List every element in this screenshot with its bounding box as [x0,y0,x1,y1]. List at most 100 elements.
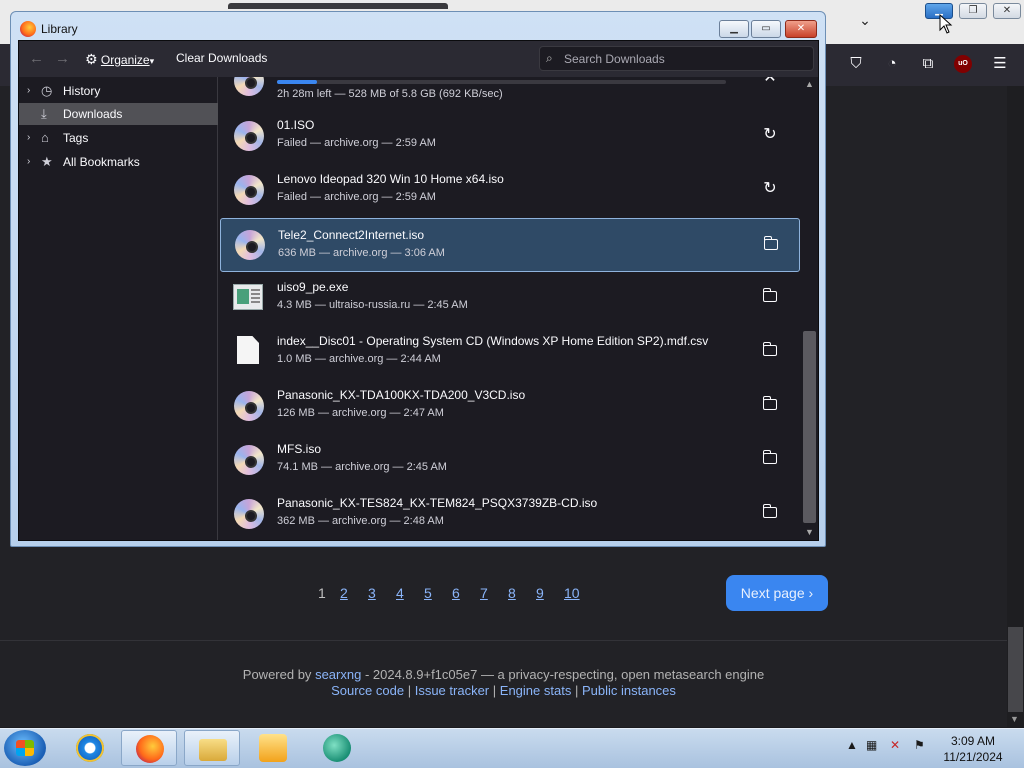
download-item[interactable]: uiso9_pe.exe 4.3 MB — ultraiso-russia.ru… [219,270,801,324]
disc-icon [235,230,265,260]
folder-icon[interactable] [759,502,781,524]
search-icon: ⌕ [546,51,553,65]
download-item[interactable]: MFS.iso 74.1 MB — archive.org — 2:45 AM [219,432,801,486]
disc-icon [234,121,264,151]
show-hidden-icons-icon[interactable]: ▲ [846,738,858,752]
chevron-right-icon[interactable]: › [27,151,30,173]
start-button[interactable] [4,730,46,766]
network-icon[interactable]: ▦ [866,738,877,752]
folder-icon[interactable] [759,286,781,308]
minimize-button[interactable]: ▁ [719,20,749,38]
close-button[interactable]: ✕ [785,20,817,38]
download-item-selected[interactable]: Tele2_Connect2Internet.iso 636 MB — arch… [220,218,800,272]
star-icon: ★ [41,154,53,169]
page-link-7[interactable]: 7 [480,585,488,601]
organize-label: Organize [100,53,150,67]
download-status: 362 MB — archive.org — 2:48 AM [277,515,444,527]
tab-list-chevron-icon[interactable]: ⌄ [855,12,875,32]
download-status: Failed — archive.org — 2:59 AM [277,137,436,149]
page-link-2[interactable]: 2 [340,585,348,601]
folder-icon[interactable] [760,234,782,256]
page-link-3[interactable]: 3 [368,585,376,601]
browser-close-button[interactable]: ✕ [993,3,1021,19]
download-status: 2h 28m left — 528 MB of 5.8 GB (692 KB/s… [277,88,503,100]
scroll-down-arrow-icon[interactable]: ▼ [1010,714,1019,724]
next-page-button[interactable]: Next page › [726,575,828,611]
download-item[interactable]: Panasonic_KX-TDA100KX-TDA200_V3CD.iso 12… [219,378,801,432]
scroll-down-arrow-icon[interactable]: ▼ [805,527,814,537]
sidebar-item-tags[interactable]: › ⌂ Tags [19,127,218,149]
downloads-scrollbar[interactable]: ▲ ▼ [801,77,818,540]
chevron-right-icon[interactable]: › [27,127,30,149]
powered-by-text: Powered by [242,667,312,682]
footer: Powered by searxng - 2024.8.9+f1c05e7 — … [0,667,1007,699]
cancel-icon[interactable]: ✕ [759,77,781,89]
sidebar-item-history[interactable]: › ◷ History [19,80,218,102]
download-name: Lenovo Ideopad 320 Win 10 Home x64.iso [277,172,504,186]
page-link-5[interactable]: 5 [424,585,432,601]
clock-time: 3:09 AM [950,734,996,748]
file-explorer-icon[interactable] [184,730,240,766]
page-link-8[interactable]: 8 [508,585,516,601]
download-item[interactable]: Panasonic_KX-TES824_KX-TEM824_PSQX3739ZB… [219,486,801,540]
clock[interactable]: 3:09 AM 11/21/2024 [935,733,1011,765]
executable-icon [233,284,263,310]
download-item-in-progress[interactable]: 2h 28m left — 528 MB of 5.8 GB (692 KB/s… [219,77,801,107]
clear-downloads-button[interactable]: Clear Downloads [176,51,267,65]
pocket-icon[interactable]: ⛉ [845,53,867,75]
sidebar-item-label: History [63,84,101,98]
app-icon[interactable] [309,730,365,766]
chevron-right-icon[interactable]: › [27,80,30,102]
download-status: 74.1 MB — archive.org — 2:45 AM [277,461,447,473]
caret-down-icon: ▾ [149,56,155,66]
sidebar-item-downloads[interactable]: ⤓ Downloads [19,103,218,125]
source-code-link[interactable]: Source code [331,683,404,698]
back-arrow-icon[interactable]: ← [29,50,44,67]
page-link-10[interactable]: 10 [564,585,580,601]
media-player-icon[interactable] [245,730,301,766]
issue-tracker-link[interactable]: Issue tracker [415,683,489,698]
volume-muted-icon[interactable]: ✕ [890,738,900,752]
disc-icon [234,175,264,205]
page-scrollbar-thumb[interactable] [1008,627,1023,712]
download-status: 636 MB — archive.org — 3:06 AM [278,247,445,259]
internet-explorer-icon[interactable] [62,730,118,766]
download-name: 01.ISO [277,118,315,132]
page-link-4[interactable]: 4 [396,585,404,601]
firefox-icon[interactable] [121,730,177,766]
sidebar-item-all-bookmarks[interactable]: › ★ All Bookmarks [19,151,218,173]
folder-icon[interactable] [759,394,781,416]
sync-icon[interactable]: ◔ [881,53,903,75]
maximize-button[interactable]: ▭ [751,20,781,38]
forward-arrow-icon[interactable]: → [55,50,70,67]
menu-icon[interactable]: ☰ [989,53,1011,75]
download-progress-bar [277,80,726,84]
download-item[interactable]: 01.ISO Failed — archive.org — 2:59 AM ↻ [219,108,801,162]
sidebar-item-label: All Bookmarks [63,155,140,169]
page-link-6[interactable]: 6 [452,585,460,601]
extensions-icon[interactable]: ⧉ [917,53,939,75]
browser-restore-button[interactable]: ❐ [959,3,987,19]
page-link-9[interactable]: 9 [536,585,544,601]
scrollbar-thumb[interactable] [803,331,816,523]
scroll-up-arrow-icon[interactable]: ▲ [805,79,814,89]
folder-icon[interactable] [759,340,781,362]
download-name: uiso9_pe.exe [277,280,349,294]
search-input[interactable] [564,50,809,68]
retry-icon[interactable]: ↻ [759,124,781,146]
organize-menu-button[interactable]: ⚙ Organize▾ [85,51,154,68]
download-status: Failed — archive.org — 2:59 AM [277,191,436,203]
download-item[interactable]: Lenovo Ideopad 320 Win 10 Home x64.iso F… [219,162,801,216]
action-center-flag-icon[interactable]: ⚑ [914,738,925,752]
download-status: 1.0 MB — archive.org — 2:44 AM [277,353,441,365]
public-instances-link[interactable]: Public instances [582,683,676,698]
retry-icon[interactable]: ↻ [759,178,781,200]
folder-icon[interactable] [759,448,781,470]
browser-tab[interactable] [228,3,448,9]
engine-stats-link[interactable]: Engine stats [500,683,572,698]
download-item[interactable]: index__Disc01 - Operating System CD (Win… [219,324,801,378]
download-icon: ⤓ [41,106,47,121]
search-box[interactable]: ⌕ [539,46,814,71]
ublock-icon[interactable]: uO [954,55,972,73]
searxng-link[interactable]: searxng [315,667,361,682]
